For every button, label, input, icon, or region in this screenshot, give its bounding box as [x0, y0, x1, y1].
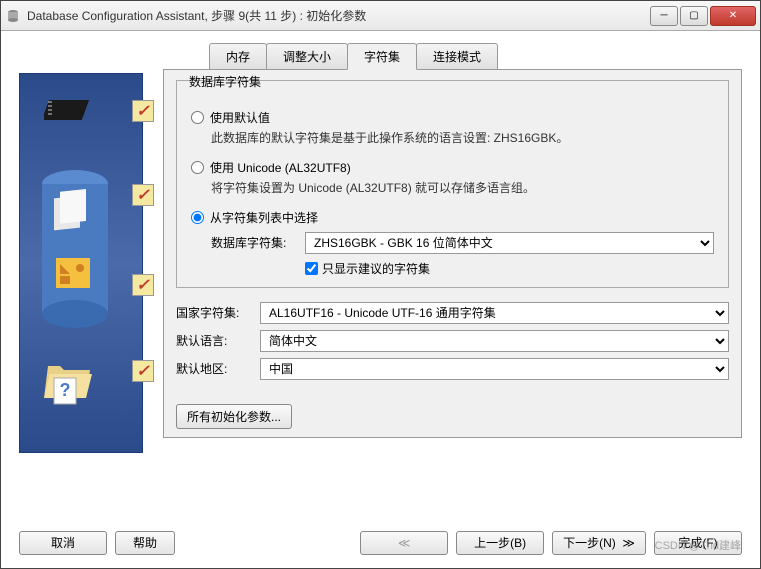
database-icon [38, 164, 112, 334]
tab-connection-mode[interactable]: 连接模式 [416, 43, 498, 69]
default-lang-select[interactable]: 简体中文 [260, 330, 729, 352]
tab-charset[interactable]: 字符集 [347, 43, 417, 70]
default-region-label: 默认地区: [176, 360, 252, 377]
national-charset-label: 国家字符集: [176, 304, 252, 321]
radio-choose-from-list[interactable]: 从字符集列表中选择 [191, 209, 714, 226]
all-init-params-button[interactable]: 所有初始化参数... [176, 404, 292, 429]
step-check-2: ✓ [132, 184, 154, 206]
radio-use-unicode-input[interactable] [191, 161, 204, 174]
tab-bar: 内存 调整大小 字符集 连接模式 [209, 43, 742, 69]
lower-form: 国家字符集: AL16UTF16 - Unicode UTF-16 通用字符集 … [176, 302, 729, 380]
radio-use-default-input[interactable] [191, 111, 204, 124]
radio-use-default[interactable]: 使用默认值 [191, 109, 714, 126]
wizard-sidebar: ✓ ✓ ✓ ? ✓ [19, 43, 149, 515]
titlebar: Database Configuration Assistant, 步骤 9(共… [1, 1, 760, 31]
chip-icon [44, 92, 100, 128]
only-suggested-checkbox[interactable]: 只显示建议的字符集 [305, 260, 714, 277]
minimize-button[interactable]: ─ [650, 6, 678, 26]
step-check-4: ✓ [132, 360, 154, 382]
folder-question-icon: ? [40, 352, 100, 412]
step-check-1: ✓ [132, 100, 154, 122]
close-button[interactable]: ✕ [710, 6, 756, 26]
tab-panel: 数据库字符集 使用默认值 此数据库的默认字符集是基于此操作系统的语言设置: ZH… [163, 69, 742, 438]
use-default-desc: 此数据库的默认字符集是基于此操作系统的语言设置: ZHS16GBK。 [211, 130, 714, 147]
radio-use-unicode-label: 使用 Unicode (AL32UTF8) [210, 159, 351, 176]
default-region-select[interactable]: 中国 [260, 358, 729, 380]
back-button[interactable]: 上一步(B) [456, 531, 544, 555]
window-title: Database Configuration Assistant, 步骤 9(共… [27, 7, 650, 24]
step-check-3: ✓ [132, 274, 154, 296]
only-suggested-input[interactable] [305, 262, 318, 275]
svg-text:?: ? [60, 380, 71, 400]
window-controls: ─ ▢ ✕ [650, 6, 756, 26]
back-first-button[interactable]: ≪ [360, 531, 448, 555]
use-unicode-desc: 将字符集设置为 Unicode (AL32UTF8) 就可以存储多语言组。 [211, 180, 714, 197]
default-lang-label: 默认语言: [176, 332, 252, 349]
charset-fieldset: 数据库字符集 使用默认值 此数据库的默认字符集是基于此操作系统的语言设置: ZH… [176, 80, 729, 288]
sidebar-panel: ✓ ✓ ✓ ? ✓ [19, 73, 143, 453]
radio-use-unicode[interactable]: 使用 Unicode (AL32UTF8) [191, 159, 714, 176]
cancel-button[interactable]: 取消 [19, 531, 107, 555]
db-charset-select[interactable]: ZHS16GBK - GBK 16 位简体中文 [305, 232, 714, 254]
app-icon [5, 8, 21, 24]
next-button[interactable]: 下一步(N) ≫ [552, 531, 646, 555]
maximize-button[interactable]: ▢ [680, 6, 708, 26]
radio-choose-from-list-input[interactable] [191, 211, 204, 224]
watermark: CSDN @Thd建峰 [655, 537, 741, 553]
db-charset-label: 数据库字符集: [211, 234, 297, 251]
wizard-footer: 取消 帮助 ≪ 上一步(B) 下一步(N) ≫ 完成(F) [1, 521, 760, 563]
tab-sizing[interactable]: 调整大小 [266, 43, 348, 69]
radio-use-default-label: 使用默认值 [210, 109, 270, 126]
help-button[interactable]: 帮助 [115, 531, 175, 555]
national-charset-select[interactable]: AL16UTF16 - Unicode UTF-16 通用字符集 [260, 302, 729, 324]
only-suggested-label: 只显示建议的字符集 [322, 260, 430, 277]
tab-memory[interactable]: 内存 [209, 43, 267, 69]
radio-choose-from-list-label: 从字符集列表中选择 [210, 209, 318, 226]
